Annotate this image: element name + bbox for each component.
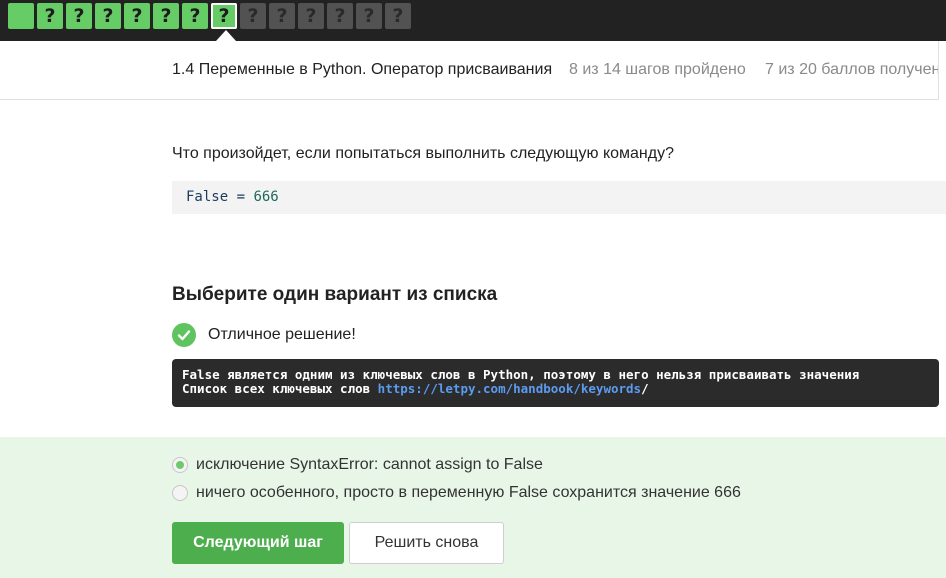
choice-heading: Выберите один вариант из списка: [172, 284, 498, 305]
answer-option-label: ничего особенного, просто в переменную F…: [196, 484, 741, 501]
step-2[interactable]: ?: [37, 3, 63, 29]
step-7[interactable]: ?: [182, 3, 208, 29]
lesson-steps-progress: 8 из 14 шагов пройдено: [569, 61, 746, 78]
answer-area: исключение SyntaxError: cannot assign to…: [0, 437, 946, 578]
radio-button[interactable]: [172, 485, 188, 501]
step-6[interactable]: ?: [153, 3, 179, 29]
steps-navigation-bar: ?????????????: [0, 0, 946, 41]
answer-option[interactable]: ничего особенного, просто в переменную F…: [172, 484, 741, 502]
code-number: 666: [253, 189, 279, 205]
code-block: False = 666: [172, 181, 946, 214]
feedback-box: False является одним из ключевых слов в …: [172, 359, 939, 407]
radio-selected-dot: [176, 461, 184, 469]
step-8[interactable]: ?: [211, 3, 237, 29]
result-text: Отличное решение!: [208, 326, 356, 343]
feedback-prefix: Список всех ключевых слов: [182, 381, 378, 396]
step-3[interactable]: ?: [66, 3, 92, 29]
code-operator: =: [228, 189, 254, 205]
radio-button[interactable]: [172, 457, 188, 473]
step-11[interactable]: ?: [298, 3, 324, 29]
retry-button[interactable]: Решить снова: [349, 522, 504, 564]
lesson-header: 1.4 Переменные в Python. Оператор присва…: [0, 41, 946, 100]
feedback-suffix: /: [641, 381, 649, 396]
code-keyword: False: [186, 189, 229, 205]
step-10[interactable]: ?: [269, 3, 295, 29]
lesson-title[interactable]: 1.4 Переменные в Python. Оператор присва…: [172, 61, 552, 79]
lesson-score: 7 из 20 баллов получен: [765, 61, 941, 78]
keywords-link[interactable]: https://letpy.com/handbook/keywords: [378, 381, 641, 396]
steps-list: ?????????????: [8, 3, 414, 29]
active-step-pointer: [216, 30, 236, 41]
answer-option[interactable]: исключение SyntaxError: cannot assign to…: [172, 456, 543, 474]
check-circle-icon: [172, 323, 196, 347]
step-14[interactable]: ?: [385, 3, 411, 29]
step-1[interactable]: [8, 3, 34, 29]
answer-option-label: исключение SyntaxError: cannot assign to…: [196, 456, 543, 473]
feedback-line-link: Список всех ключевых слов https://letpy.…: [182, 382, 929, 396]
step-4[interactable]: ?: [95, 3, 121, 29]
step-9[interactable]: ?: [240, 3, 266, 29]
next-step-button[interactable]: Следующий шаг: [172, 522, 344, 564]
step-5[interactable]: ?: [124, 3, 150, 29]
question-text: Что произойдет, если попытаться выполнит…: [172, 145, 674, 162]
scrollbar[interactable]: [938, 41, 946, 100]
code-line: False = 666: [186, 189, 279, 205]
step-12[interactable]: ?: [327, 3, 353, 29]
step-13[interactable]: ?: [356, 3, 382, 29]
result-status: Отличное решение!: [172, 323, 356, 347]
feedback-line: False является одним из ключевых слов в …: [182, 367, 860, 382]
